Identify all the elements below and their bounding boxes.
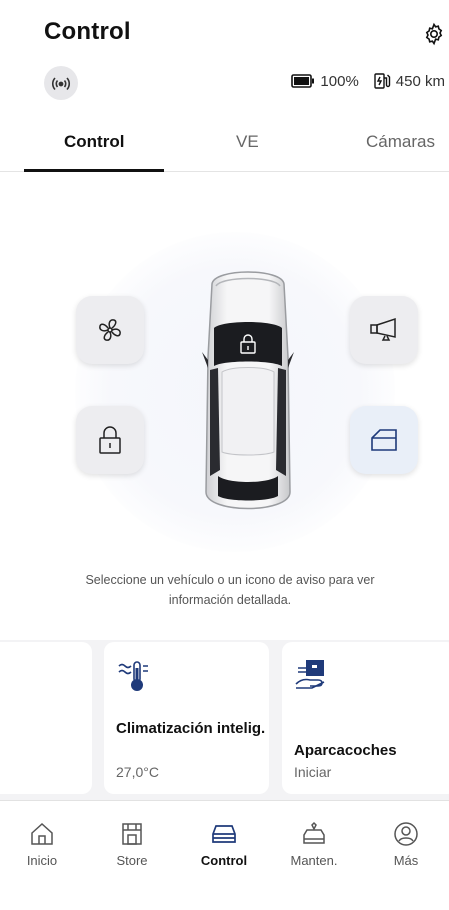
remote-connect-button[interactable] (44, 66, 78, 100)
charge-station-icon (374, 73, 390, 89)
nav-label-control: Control (200, 853, 248, 868)
bottom-nav: Inicio Store Control Manten. Más (0, 800, 449, 910)
climate-icon (118, 661, 148, 691)
card-climate[interactable]: Climatización intelig. 27,0°C (104, 642, 269, 794)
battery-percent: 100% (320, 72, 359, 90)
nav-label-inicio: Inicio (26, 853, 58, 868)
card-valet[interactable]: Aparcacoches Iniciar (282, 642, 449, 794)
tab-ve[interactable]: VE (236, 132, 259, 152)
valet-icon (295, 660, 325, 689)
tab-camaras[interactable]: Cámaras (366, 132, 435, 152)
vehicle-status: 100% 450 km (291, 72, 445, 90)
card-partial[interactable] (0, 642, 92, 794)
door-button[interactable] (350, 406, 418, 474)
settings-button[interactable] (420, 20, 448, 48)
battery-icon (291, 74, 315, 88)
card-valet-title: Aparcacoches (294, 742, 397, 759)
door-icon (371, 429, 397, 451)
fan-icon (99, 319, 121, 341)
profile-icon (394, 822, 418, 846)
hint-text: Seleccione un vehículo o un icono de avi… (85, 573, 375, 607)
card-climate-subtitle: 27,0°C (116, 764, 159, 780)
car-icon (212, 825, 236, 843)
nav-item-control[interactable]: Control (184, 819, 264, 868)
battery-status: 100% (291, 72, 359, 90)
nav-label-mas: Más (393, 853, 419, 868)
nav-item-mas[interactable]: Más (366, 819, 446, 868)
lock-button[interactable] (76, 406, 144, 474)
nav-label-manten: Manten. (290, 853, 338, 868)
tab-control[interactable]: Control (64, 132, 124, 152)
header: Control 100% 450 km (0, 0, 449, 110)
maintenance-icon (303, 821, 325, 844)
store-icon (122, 823, 142, 845)
horn-button[interactable] (350, 296, 418, 364)
card-climate-title: Climatización intelig. (116, 720, 266, 737)
vehicle-area (0, 172, 449, 632)
nav-item-manten[interactable]: Manten. (274, 819, 354, 868)
nav-item-store[interactable]: Store (92, 819, 172, 868)
remote-signal-icon (51, 77, 71, 91)
range-status: 450 km (373, 72, 445, 90)
tab-bar: Control VE Cámaras (0, 120, 449, 172)
lock-icon (99, 426, 121, 454)
page-title: Control (44, 18, 131, 45)
vehicle-top-view[interactable] (192, 262, 304, 522)
card-valet-subtitle: Iniciar (294, 764, 332, 780)
range-value: 450 km (395, 72, 445, 90)
horn-icon (370, 317, 396, 341)
nav-label-store: Store (116, 853, 148, 868)
feature-cards: Climatización intelig. 27,0°C Aparcacoch… (0, 640, 449, 800)
climate-fan-button[interactable] (76, 296, 144, 364)
gear-icon (425, 22, 443, 46)
home-icon (31, 822, 53, 845)
nav-item-inicio[interactable]: Inicio (2, 819, 82, 868)
